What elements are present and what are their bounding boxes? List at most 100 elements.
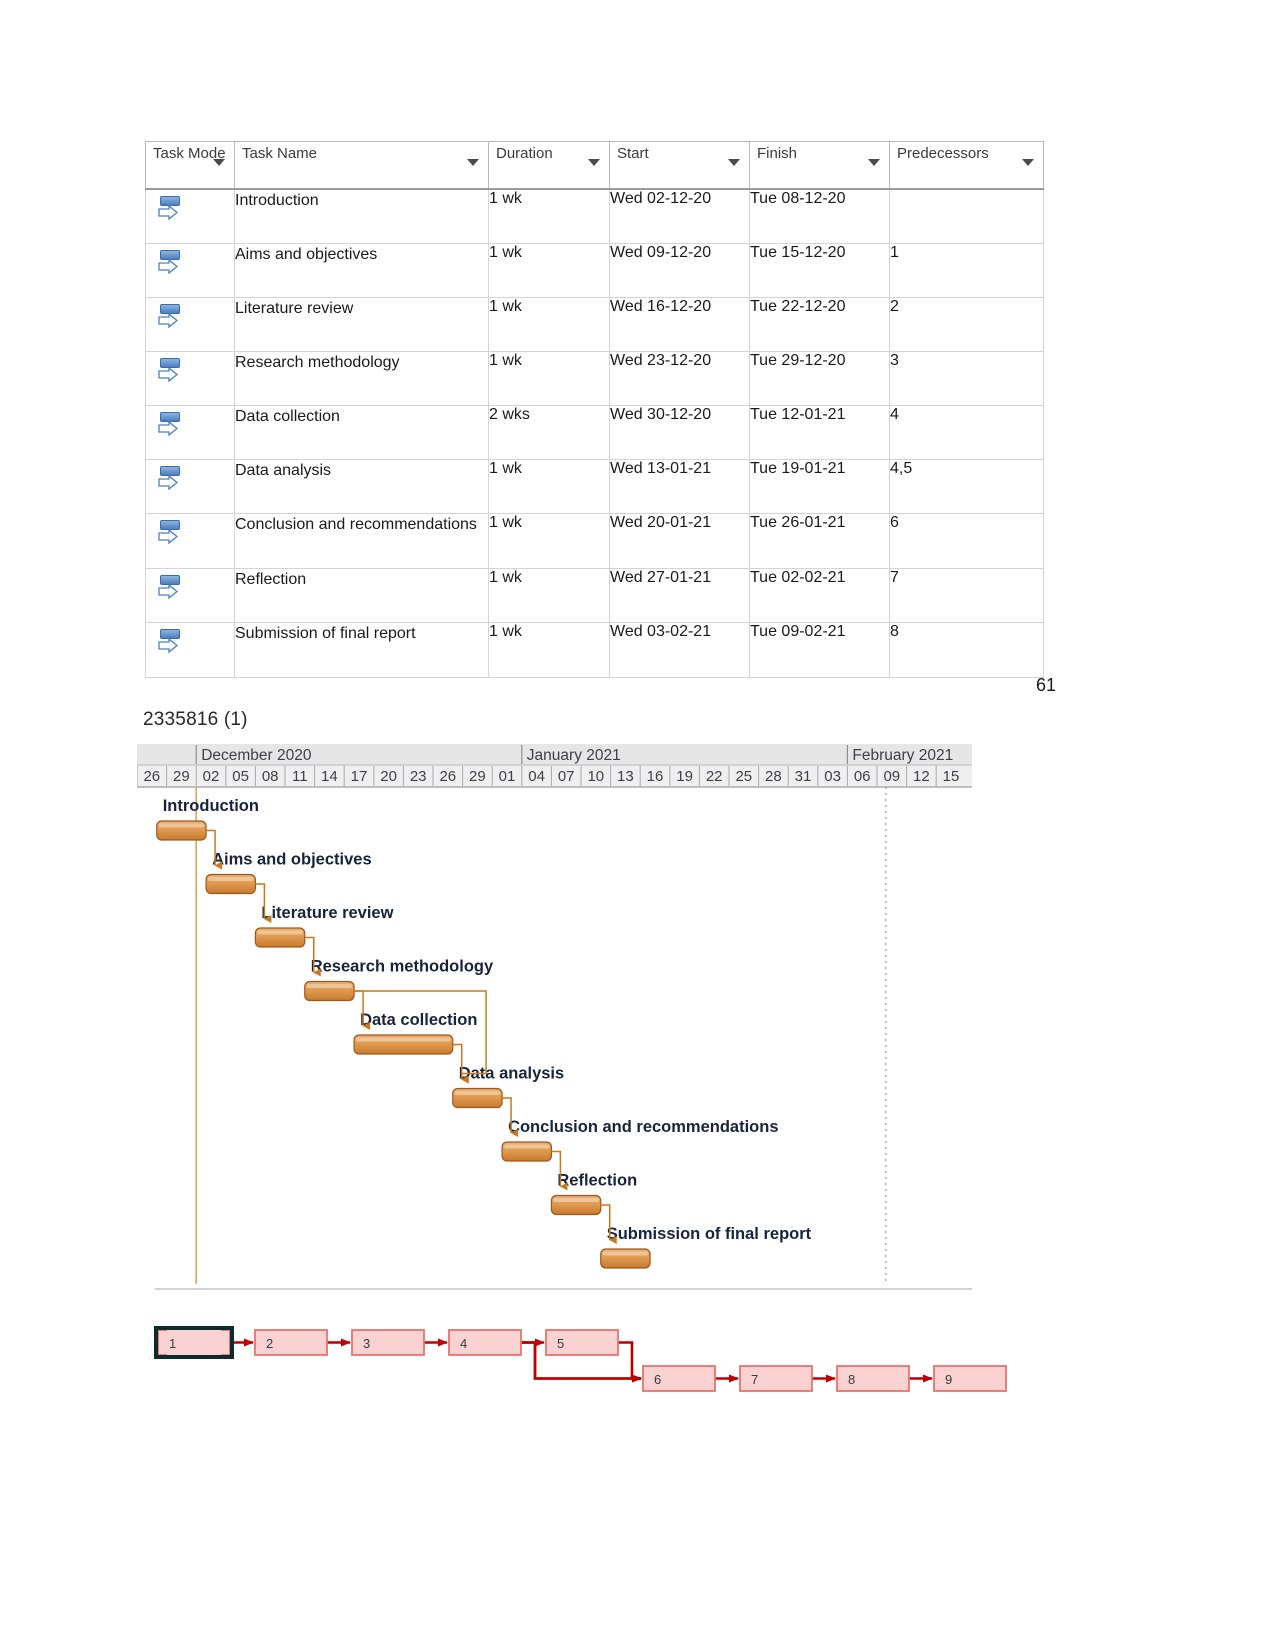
- cell-predecessors[interactable]: 2: [889, 297, 1044, 352]
- cell-task-name[interactable]: Introduction: [234, 188, 489, 244]
- gantt-day-tick-label: 16: [647, 768, 664, 785]
- table-row[interactable]: Reflection 1 wk Wed 27-01-21 Tue 02-02-21 7: [145, 568, 1044, 623]
- gantt-chart[interactable]: December 2020 January 2021 February 2021 26…: [137, 744, 972, 1294]
- column-header-duration[interactable]: Duration: [488, 141, 610, 190]
- cell-start[interactable]: Wed 27-01-21: [609, 568, 750, 623]
- column-header-task-name[interactable]: Task Name: [234, 141, 489, 190]
- cell-task-name[interactable]: Literature review: [234, 297, 489, 352]
- column-header-task-mode[interactable]: Task Mode: [145, 141, 235, 190]
- cell-start[interactable]: Wed 09-12-20: [609, 243, 750, 298]
- gantt-day-tick-label: 15: [943, 768, 960, 785]
- cell-duration[interactable]: 1 wk: [488, 351, 610, 406]
- table-row[interactable]: Aims and objectives 1 wk Wed 09-12-20 Tue 1…: [145, 243, 1044, 298]
- network-node[interactable]: 2: [254, 1329, 328, 1356]
- cell-start[interactable]: Wed 02-12-20: [609, 188, 750, 244]
- cell-duration[interactable]: 1 wk: [488, 568, 610, 623]
- table-row[interactable]: Literature review 1 wk Wed 16-12-20 Tue 22-…: [145, 297, 1044, 352]
- gantt-bar-label: Introduction: [163, 797, 259, 815]
- cell-predecessors[interactable]: 3: [889, 351, 1044, 406]
- cell-duration[interactable]: 1 wk: [488, 243, 610, 298]
- gantt-month-label: December 2020: [201, 747, 312, 764]
- table-row[interactable]: Data collection 2 wks Wed 30-12-20 Tue 12-0…: [145, 405, 1044, 460]
- filter-chevron-down-icon[interactable]: [588, 159, 600, 166]
- cell-predecessors[interactable]: 7: [889, 568, 1044, 623]
- network-node[interactable]: 1: [154, 1326, 234, 1359]
- network-node[interactable]: 9: [933, 1365, 1007, 1392]
- table-row[interactable]: Introduction 1 wk Wed 02-12-20 Tue 08-12-20: [145, 188, 1044, 244]
- cell-finish[interactable]: Tue 29-12-20: [749, 351, 890, 406]
- cell-task-name[interactable]: Conclusion and recommendations: [234, 513, 489, 569]
- network-node-label: 8: [848, 1372, 855, 1387]
- gantt-day-tick-label: 11: [292, 768, 308, 785]
- table-row[interactable]: Data analysis 1 wk Wed 13-01-21 Tue 19-01-2…: [145, 459, 1044, 514]
- cell-duration[interactable]: 1 wk: [488, 188, 610, 244]
- cell-start[interactable]: Wed 13-01-21: [609, 459, 750, 514]
- network-node-label: 3: [363, 1336, 370, 1351]
- gantt-bar-label: Literature review: [261, 904, 393, 922]
- table-row[interactable]: Submission of final report 1 wk Wed 03-02-…: [145, 622, 1044, 678]
- table-row[interactable]: Research methodology 1 wk Wed 23-12-20 Tue …: [145, 351, 1044, 406]
- filter-chevron-down-icon[interactable]: [728, 159, 740, 166]
- cell-finish[interactable]: Tue 15-12-20: [749, 243, 890, 298]
- cell-task-mode[interactable]: [145, 243, 235, 298]
- network-node[interactable]: 5: [545, 1329, 619, 1356]
- network-node[interactable]: 4: [448, 1329, 522, 1356]
- cell-finish[interactable]: Tue 19-01-21: [749, 459, 890, 514]
- task-table[interactable]: Task Mode Task Name Duration Start Finis…: [145, 141, 1044, 678]
- cell-finish[interactable]: Tue 09-02-21: [749, 622, 890, 678]
- gantt-day-tick-label: 26: [439, 768, 456, 785]
- cell-task-mode[interactable]: [145, 351, 235, 406]
- cell-duration[interactable]: 1 wk: [488, 513, 610, 569]
- cell-start[interactable]: Wed 03-02-21: [609, 622, 750, 678]
- network-node[interactable]: 6: [642, 1365, 716, 1392]
- gantt-day-tick-label: 23: [410, 768, 427, 785]
- cell-predecessors[interactable]: 4: [889, 405, 1044, 460]
- gantt-day-tick-label: 14: [321, 768, 338, 785]
- cell-predecessors[interactable]: 8: [889, 622, 1044, 678]
- cell-task-mode[interactable]: [145, 297, 235, 352]
- filter-chevron-down-icon[interactable]: [213, 159, 225, 166]
- cell-task-name[interactable]: Data analysis: [234, 459, 489, 514]
- cell-finish[interactable]: Tue 08-12-20: [749, 188, 890, 244]
- cell-duration[interactable]: 1 wk: [488, 459, 610, 514]
- network-node-label: 6: [654, 1372, 661, 1387]
- cell-predecessors[interactable]: [889, 188, 1044, 244]
- cell-duration[interactable]: 1 wk: [488, 297, 610, 352]
- cell-task-name[interactable]: Submission of final report: [234, 622, 489, 678]
- table-row[interactable]: Conclusion and recommendations 1 wk Wed 20…: [145, 513, 1044, 569]
- cell-task-mode[interactable]: [145, 405, 235, 460]
- cell-predecessors[interactable]: 1: [889, 243, 1044, 298]
- column-header-finish[interactable]: Finish: [749, 141, 890, 190]
- cell-duration[interactable]: 2 wks: [488, 405, 610, 460]
- cell-task-name[interactable]: Aims and objectives: [234, 243, 489, 298]
- cell-finish[interactable]: Tue 02-02-21: [749, 568, 890, 623]
- gantt-day-tick-label: 26: [143, 768, 160, 785]
- cell-task-name[interactable]: Research methodology: [234, 351, 489, 406]
- cell-task-mode[interactable]: [145, 568, 235, 623]
- cell-predecessors[interactable]: 4,5: [889, 459, 1044, 514]
- cell-start[interactable]: Wed 23-12-20: [609, 351, 750, 406]
- filter-chevron-down-icon[interactable]: [868, 159, 880, 166]
- cell-predecessors[interactable]: 6: [889, 513, 1044, 569]
- column-header-start[interactable]: Start: [609, 141, 750, 190]
- network-node[interactable]: 7: [739, 1365, 813, 1392]
- cell-task-mode[interactable]: [145, 513, 235, 569]
- filter-chevron-down-icon[interactable]: [467, 159, 479, 166]
- cell-start[interactable]: Wed 30-12-20: [609, 405, 750, 460]
- filter-chevron-down-icon[interactable]: [1022, 159, 1034, 166]
- cell-start[interactable]: Wed 16-12-20: [609, 297, 750, 352]
- cell-finish[interactable]: Tue 22-12-20: [749, 297, 890, 352]
- network-node[interactable]: 8: [836, 1365, 910, 1392]
- cell-task-mode[interactable]: [145, 622, 235, 678]
- cell-duration[interactable]: 1 wk: [488, 622, 610, 678]
- cell-start[interactable]: Wed 20-01-21: [609, 513, 750, 569]
- cell-task-name[interactable]: Data collection: [234, 405, 489, 460]
- cell-finish[interactable]: Tue 12-01-21: [749, 405, 890, 460]
- column-header-predecessors[interactable]: Predecessors: [889, 141, 1044, 190]
- cell-task-name[interactable]: Reflection: [234, 568, 489, 623]
- cell-task-mode[interactable]: [145, 459, 235, 514]
- network-diagram[interactable]: 1 2 3 4 5 6 7 8 9: [145, 1290, 1015, 1410]
- network-node[interactable]: 3: [351, 1329, 425, 1356]
- cell-finish[interactable]: Tue 26-01-21: [749, 513, 890, 569]
- cell-task-mode[interactable]: [145, 188, 235, 244]
